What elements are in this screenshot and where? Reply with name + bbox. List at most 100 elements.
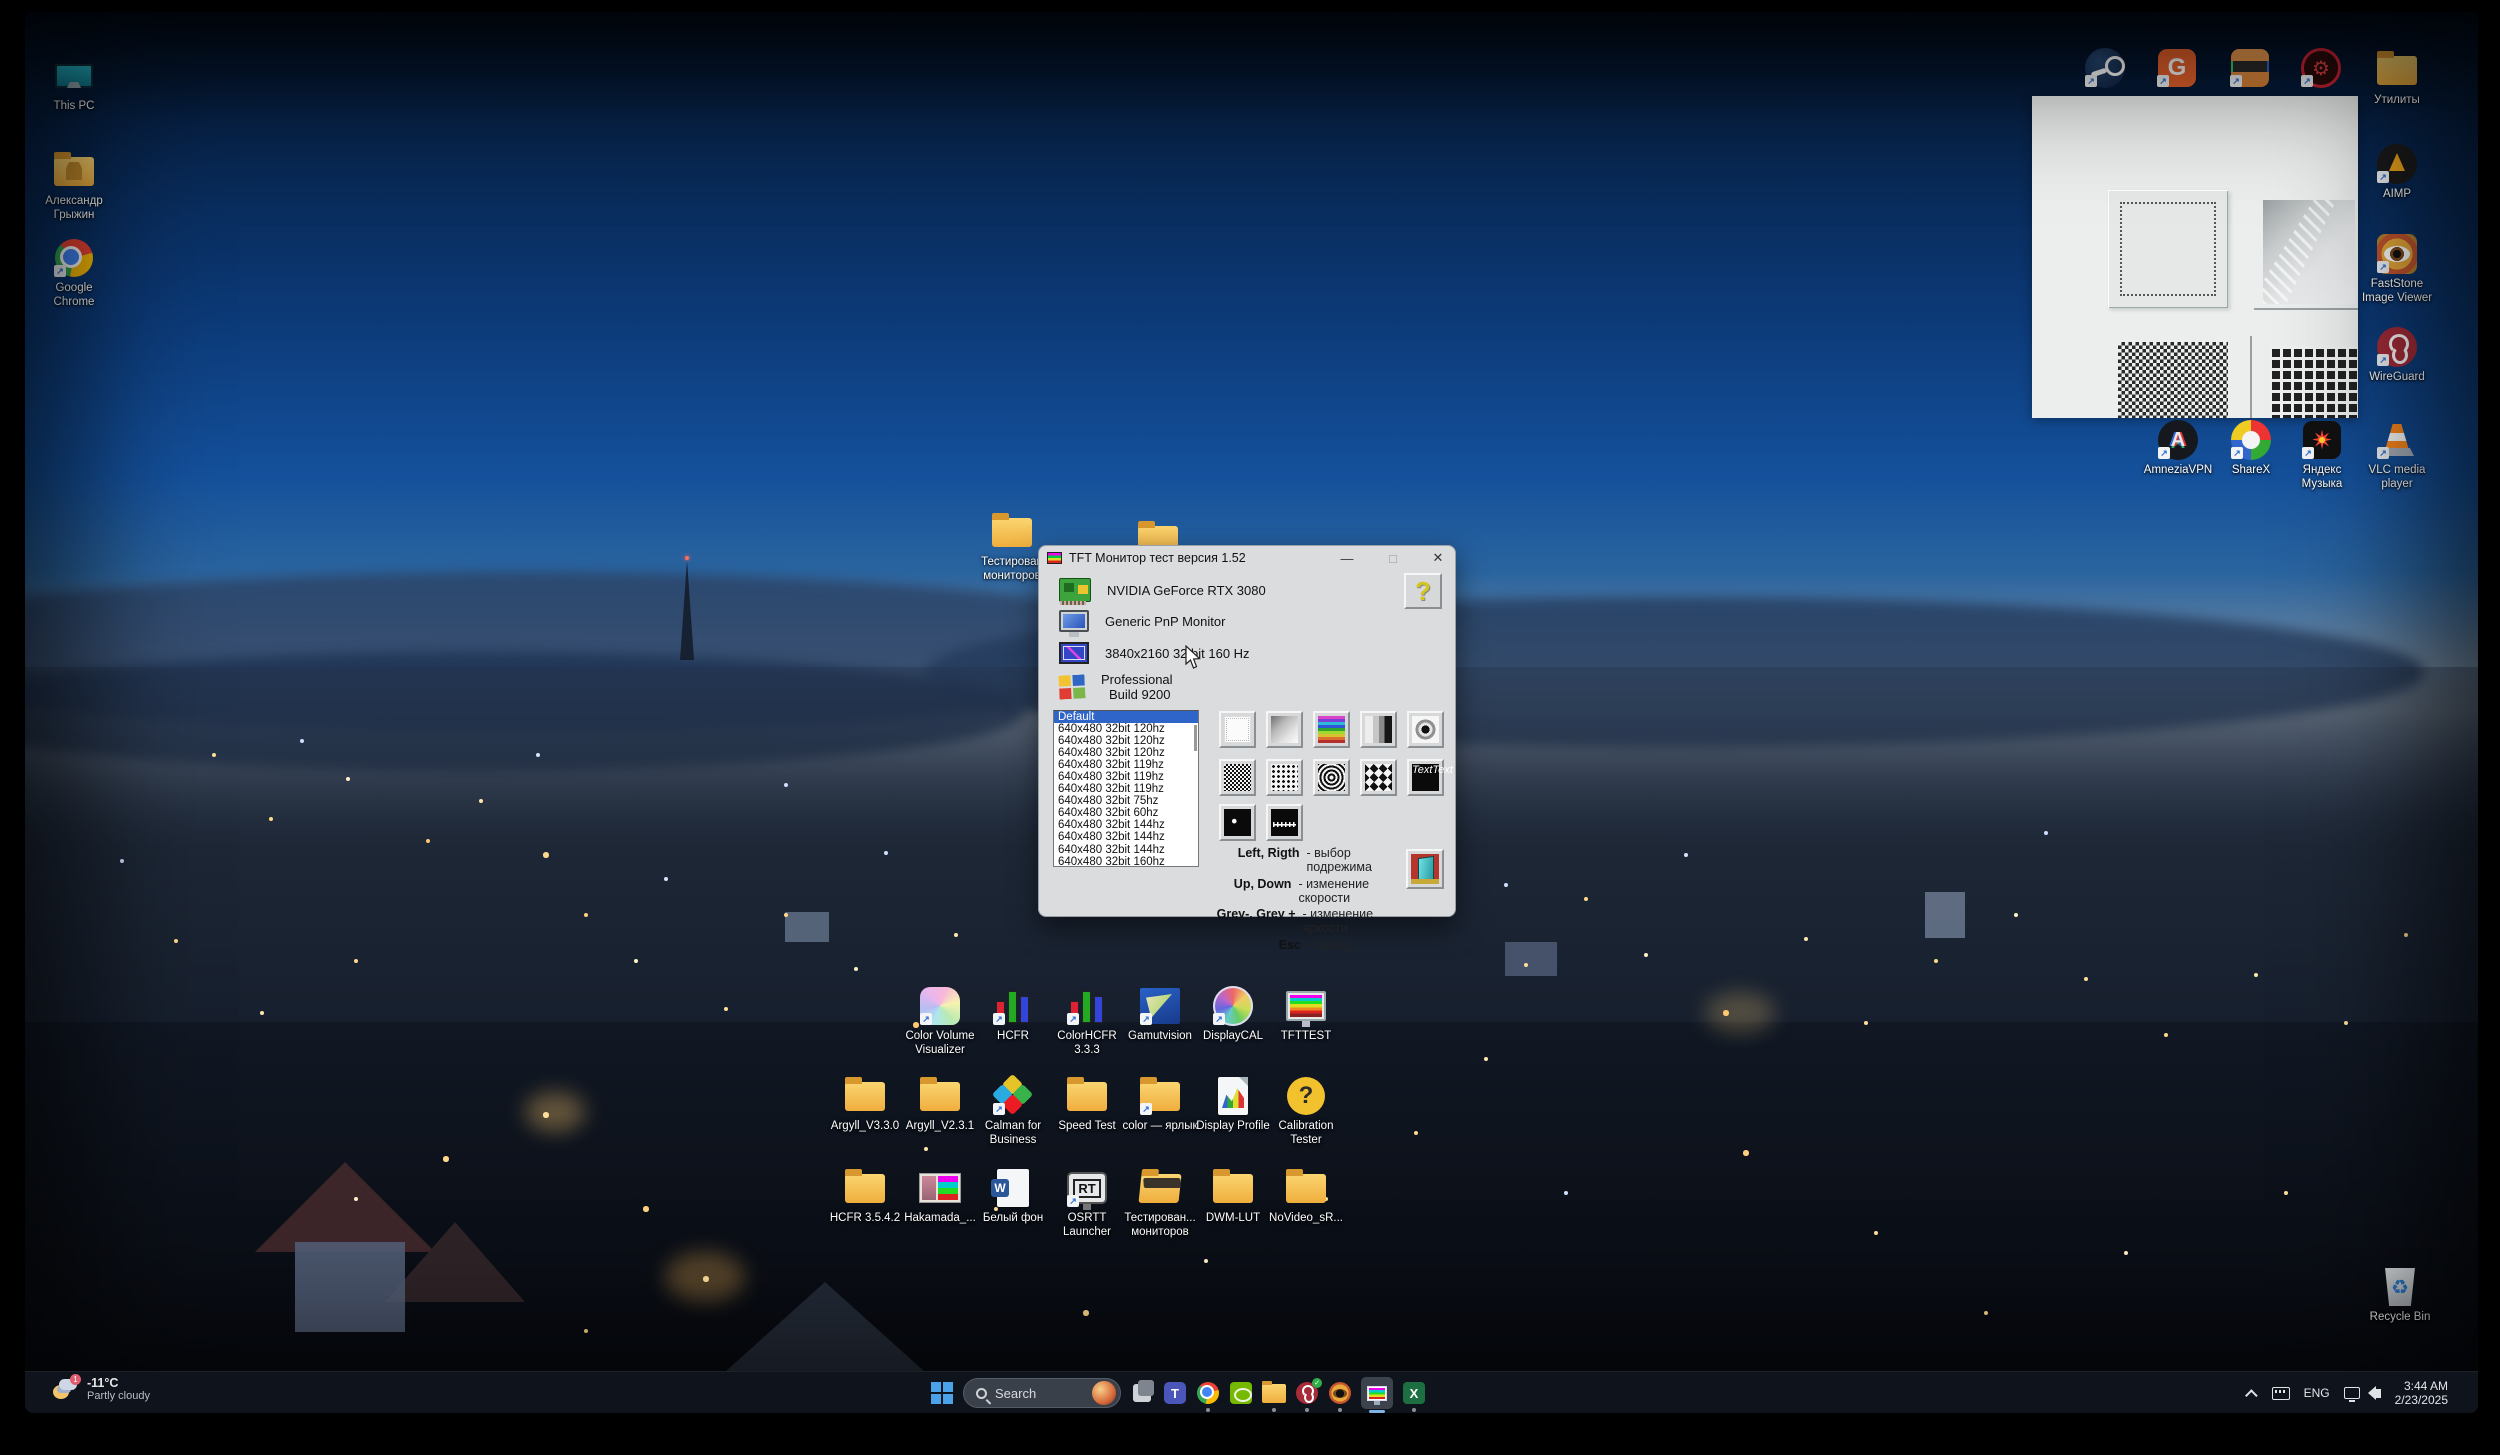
desktop-icon-display-profile[interactable]: Display Profile — [1193, 1076, 1273, 1134]
pattern-button-graybars[interactable] — [1360, 711, 1397, 748]
pattern-button-circle[interactable] — [1407, 711, 1444, 748]
desktop-icon-white-background-doc[interactable]: Белый фон — [973, 1168, 1053, 1226]
desktop-icon-color-volume-visualizer[interactable]: Color Volume Visualizer — [900, 986, 980, 1057]
desktop-icon-displaycal[interactable]: DisplayCAL — [1193, 986, 1273, 1044]
speaker-icon[interactable] — [2374, 1389, 2381, 1398]
pattern-button-text[interactable]: TextText — [1407, 759, 1444, 796]
desktop-icon-google-chrome[interactable]: Google Chrome — [34, 238, 114, 309]
input-language[interactable]: ENG — [2304, 1386, 2330, 1400]
pattern-button-dot-grid[interactable] — [1266, 759, 1303, 796]
taskbar-chrome[interactable] — [1196, 1381, 1220, 1405]
resolution-option[interactable]: 640x480 32bit 60hz — [1054, 807, 1198, 819]
folder-icon — [1065, 1076, 1109, 1116]
help-button[interactable]: ? — [1404, 573, 1442, 609]
os-info-row: Professional Build 9200 — [1059, 672, 1173, 702]
exit-button[interactable] — [1406, 849, 1444, 889]
search-placeholder: Search — [995, 1386, 1036, 1401]
taskbar-faststone[interactable] — [1328, 1381, 1352, 1405]
icon-label: Color Volume Visualizer — [900, 1030, 980, 1057]
desktop-icon-speed-test[interactable]: Speed Test — [1047, 1076, 1127, 1134]
taskbar-nvidia[interactable] — [1229, 1381, 1253, 1405]
taskbar-wireguard[interactable]: ✓ — [1295, 1381, 1319, 1405]
desktop-icon-emulator-box[interactable] — [2210, 48, 2290, 88]
desktop-icon-sharex[interactable]: ShareX — [2211, 420, 2291, 478]
pattern-button-rings[interactable] — [1313, 759, 1350, 796]
desktop-icon-orange-g-app[interactable]: G — [2137, 48, 2217, 88]
pattern-button-gradient[interactable] — [1266, 711, 1303, 748]
resolution-option[interactable]: 640x480 32bit 119hz — [1054, 783, 1198, 795]
desktop-icon-gamutvision[interactable]: Gamutvision — [1120, 986, 1200, 1044]
close-button[interactable]: ✕ — [1430, 550, 1446, 566]
resolution-listbox[interactable]: Default 640x480 32bit 120hz 640x480 32bi… — [1053, 710, 1199, 867]
tray-clock[interactable]: 3:44 AM 2/23/2025 — [2395, 1379, 2448, 1407]
network-icon[interactable] — [2344, 1387, 2360, 1399]
mode-info-row: 3840x2160 32 bit 160 Hz — [1059, 642, 1250, 664]
task-view-button[interactable] — [1130, 1381, 1154, 1405]
desktop-icon-hakamada[interactable]: Hakamada_... — [900, 1168, 980, 1226]
pattern-divider — [2250, 336, 2252, 418]
desktop-icon-novideo-srgb[interactable]: NoVideo_sR... — [1266, 1168, 1346, 1226]
desktop-icon-testing-monitors[interactable]: Тестирован... мониторов — [1120, 1168, 1200, 1239]
taskbar-weather-widget[interactable]: 1 -11°C Partly cloudy — [53, 1376, 150, 1402]
desktop-icon-dwm-lut[interactable]: DWM-LUT — [1193, 1168, 1273, 1226]
desktop-icon-calman[interactable]: Calman for Business — [973, 1076, 1053, 1147]
resolution-option[interactable]: 640x480 32bit 119hz — [1054, 771, 1198, 783]
pattern-button-checkerboard[interactable] — [1219, 759, 1256, 796]
resolution-option-selected[interactable]: Default — [1054, 711, 1198, 723]
photo-icon — [918, 1168, 962, 1208]
pattern-button-pixel-dot[interactable] — [1219, 804, 1256, 841]
resolution-option[interactable]: 640x480 32bit 144hz — [1054, 819, 1198, 831]
resolution-option[interactable]: 640x480 32bit 75hz — [1054, 795, 1198, 807]
desktop-icon-recycle-bin[interactable]: Recycle Bin — [2360, 1267, 2440, 1325]
desktop-icon-wireguard[interactable]: WireGuard — [2357, 327, 2437, 385]
minimize-button[interactable]: — — [1339, 550, 1355, 566]
pattern-button-blank[interactable] — [1219, 711, 1256, 748]
resolution-option[interactable]: 640x480 32bit 144hz — [1054, 831, 1198, 843]
desktop-icon-calibration-tester[interactable]: ? Calibration Tester — [1266, 1076, 1346, 1147]
pattern-checkerboard — [2118, 342, 2228, 418]
gamutvision-icon — [1138, 986, 1182, 1026]
desktop-icon-hcfr[interactable]: HCFR — [973, 986, 1053, 1044]
windows-logo-icon — [931, 1382, 953, 1404]
resolution-option[interactable]: 640x480 32bit 120hz — [1054, 747, 1198, 759]
hotkey-desc: - выбор подрежима — [1307, 846, 1419, 874]
desktop-icon-argyll-v231[interactable]: Argyll_V2.3.1 — [900, 1076, 980, 1134]
desktop-icon-colorhcfr[interactable]: ColorHCFR 3.3.3 — [1047, 986, 1127, 1057]
desktop-icon-color-shortcut[interactable]: color — ярлык — [1120, 1076, 1200, 1134]
taskbar-excel[interactable]: X — [1402, 1381, 1426, 1405]
desktop-icon-red-gear-app[interactable]: ⚙ — [2281, 48, 2361, 88]
resolution-option[interactable]: 640x480 32bit 119hz — [1054, 759, 1198, 771]
desktop-icon-user-folder[interactable]: Александр Грыжин — [34, 151, 114, 222]
taskbar-teams[interactable]: T — [1163, 1381, 1187, 1405]
desktop-icon-tfttest[interactable]: TFTTEST — [1266, 986, 1346, 1044]
search-box[interactable]: Search — [963, 1378, 1121, 1408]
tray-overflow-chevron-icon[interactable] — [2245, 1389, 2258, 1402]
desktop-icon-hcfr-3542[interactable]: HCFR 3.5.4.2 — [825, 1168, 905, 1226]
folder-icon — [918, 1076, 962, 1116]
desktop-icon-this-pc[interactable]: This PC — [34, 56, 114, 114]
maximize-button[interactable]: □ — [1385, 550, 1401, 566]
pattern-button-colorbars[interactable] — [1313, 711, 1350, 748]
desktop-icon-vlc[interactable]: VLC media player — [2357, 420, 2437, 491]
desktop-icon-utilities[interactable]: Утилиты — [2357, 50, 2437, 108]
desktop-icon-osrtt-launcher[interactable]: RT OSRTT Launcher — [1047, 1168, 1127, 1239]
taskbar-file-explorer[interactable] — [1262, 1381, 1286, 1405]
desktop-icon-aimp[interactable]: AIMP — [2357, 144, 2437, 202]
desktop-icon-yandex-music[interactable]: Яндекс Музыка — [2282, 420, 2362, 491]
start-button[interactable] — [930, 1381, 954, 1405]
resolution-option[interactable]: 640x480 32bit 120hz — [1054, 723, 1198, 735]
taskbar-tft-test-active[interactable] — [1361, 1377, 1393, 1409]
monitor-icon — [1059, 610, 1089, 632]
desktop-icon-amneziavpn[interactable]: A AmneziaVPN — [2138, 420, 2218, 478]
text-pattern-line: Text — [1412, 764, 1432, 776]
pattern-button-houndstooth[interactable] — [1360, 759, 1397, 796]
vlc-icon — [2375, 420, 2419, 460]
resolution-option[interactable]: 640x480 32bit 120hz — [1054, 735, 1198, 747]
pattern-button-comb[interactable] — [1266, 804, 1303, 841]
desktop-icon-argyll-v330[interactable]: Argyll_V3.3.0 — [825, 1076, 905, 1134]
desktop-icon-faststone[interactable]: FastStone Image Viewer — [2357, 234, 2437, 305]
icon-label: HCFR — [997, 1030, 1029, 1044]
desktop-icon-steam[interactable] — [2065, 48, 2145, 88]
touch-keyboard-icon[interactable] — [2272, 1387, 2290, 1400]
listbox-scrollbar[interactable] — [1194, 725, 1197, 751]
